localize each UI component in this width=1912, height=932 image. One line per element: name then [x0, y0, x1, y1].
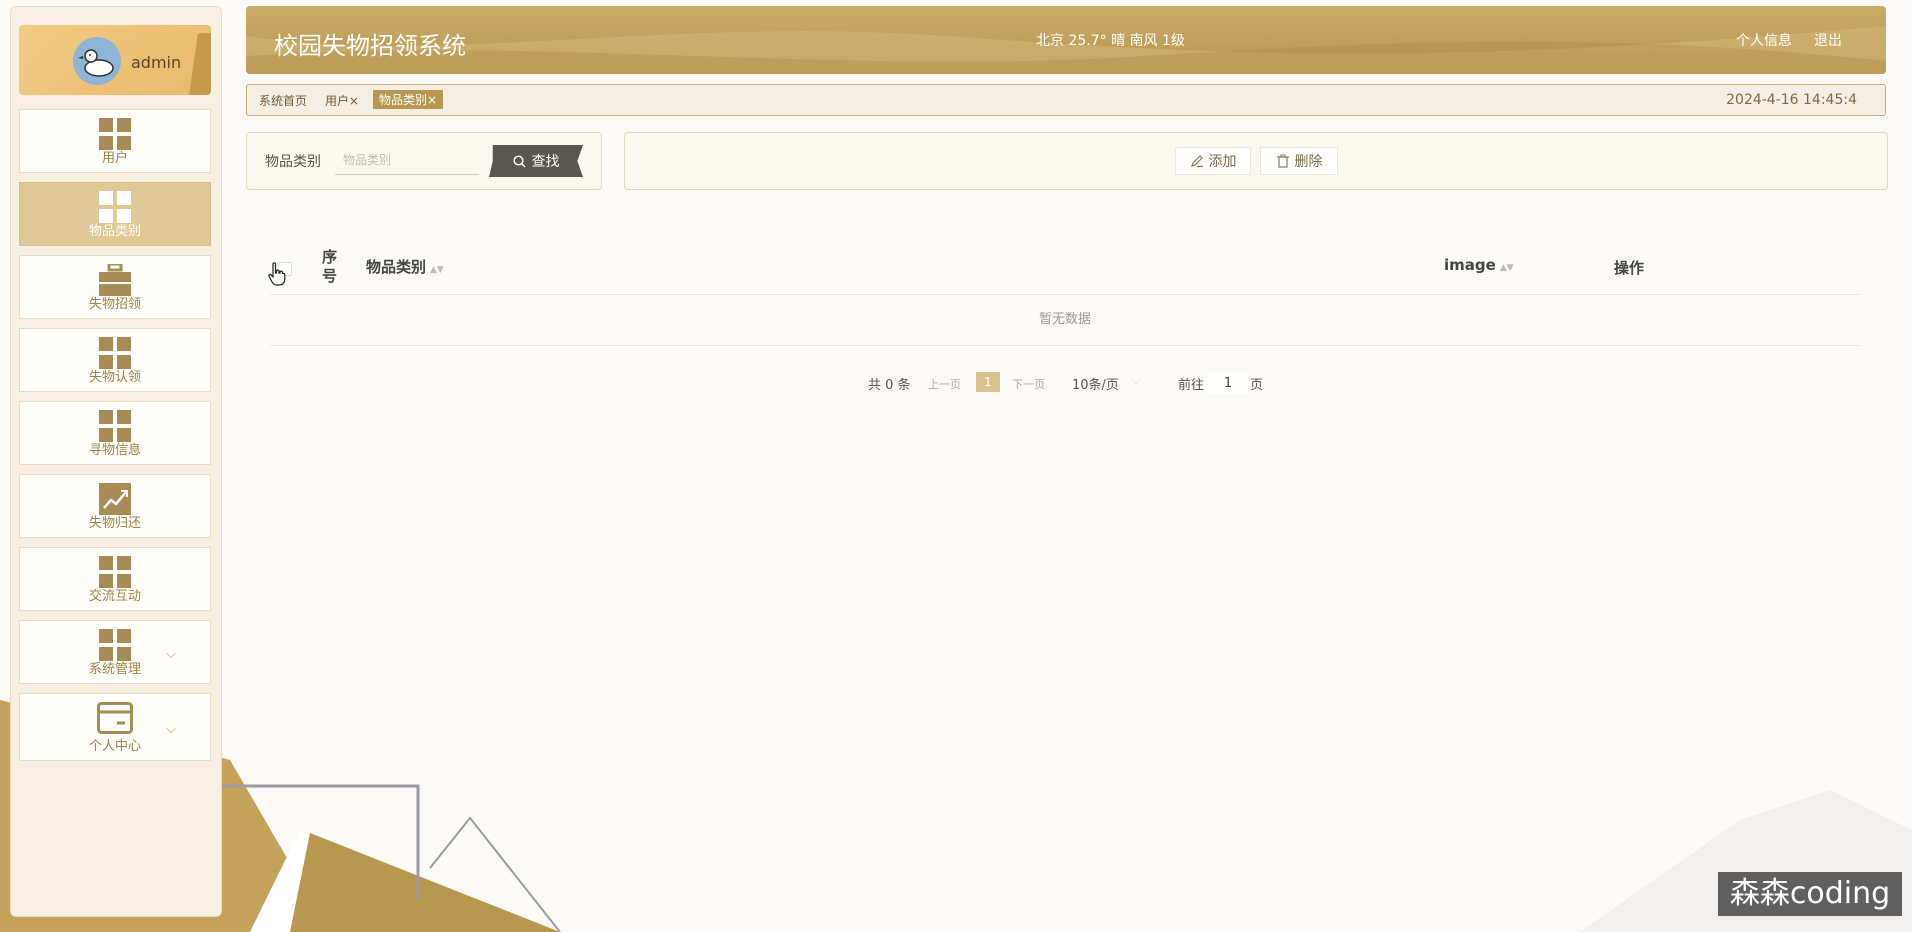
search-icon — [512, 154, 526, 168]
sidebar-item-label: 寻物信息 — [88, 443, 141, 458]
logout-link[interactable]: 退出 — [1814, 30, 1842, 50]
chevron-down-icon: ⌵ — [1132, 376, 1140, 387]
user-card-fold — [188, 33, 211, 95]
page-size-select[interactable]: 10条/页 — [1072, 374, 1119, 393]
goto-page-input[interactable] — [1208, 372, 1248, 394]
sidebar-item-interaction[interactable]: 交流互动 — [19, 547, 211, 611]
sidebar-item-lost-found[interactable]: 失物招领 — [19, 255, 211, 319]
user-name: admin — [131, 53, 182, 72]
category-search-input[interactable] — [335, 145, 479, 175]
sidebar-item-label: 用户 — [101, 151, 128, 166]
grid-icon — [99, 118, 131, 150]
watermark: 森森coding — [1718, 872, 1902, 916]
sidebar-item-label: 失物招领 — [88, 297, 141, 312]
hand-cursor-icon — [268, 262, 286, 286]
current-page-button[interactable]: 1 — [976, 372, 1000, 392]
prev-page-button[interactable]: 上一页 — [928, 376, 961, 392]
sidebar-item-system-management[interactable]: 系统管理 ⌵ — [19, 620, 211, 684]
grid-icon — [99, 410, 131, 442]
pagination-total: 共 0 条 — [868, 378, 911, 393]
page-suffix: 页 — [1250, 378, 1264, 393]
grid-icon — [99, 337, 131, 369]
chevron-down-icon: ⌵ — [166, 647, 176, 662]
next-page-button[interactable]: 下一页 — [1012, 376, 1045, 392]
chevron-down-icon: ⌵ — [166, 722, 176, 737]
column-header-category[interactable]: 物品类别 ▲▼ — [366, 256, 444, 277]
app-title: 校园失物招领系统 — [274, 32, 466, 60]
sidebar-item-label: 物品类别 — [88, 224, 141, 239]
search-label: 物品类别 — [265, 154, 321, 170]
delete-button[interactable]: 删除 — [1260, 147, 1338, 175]
column-header-index: 序号 — [322, 248, 338, 285]
tab-item-category[interactable]: 物品类别× — [373, 90, 444, 109]
add-button-label: 添加 — [1208, 154, 1237, 170]
table-empty-text: 暂无数据 — [270, 295, 1860, 346]
search-button-label: 查找 — [531, 154, 560, 170]
sidebar-item-label: 失物认领 — [88, 370, 141, 385]
sidebar: admin 用户 物品类别 失物招领 失物认领 寻物信息 失物归还 交流互动 系… — [10, 6, 222, 917]
delete-button-label: 删除 — [1294, 154, 1323, 170]
action-bar: 添加 删除 — [624, 132, 1888, 190]
goto-label: 前往 — [1178, 378, 1205, 393]
grid-icon — [99, 191, 131, 223]
trash-icon — [1276, 154, 1289, 168]
grid-icon — [99, 629, 131, 661]
search-panel: 物品类别 查找 — [246, 132, 602, 190]
search-button[interactable]: 查找 — [489, 145, 583, 177]
column-header-image[interactable]: image ▲▼ — [1444, 256, 1514, 274]
table-header: 序号 物品类别 ▲▼ image ▲▼ 操作 — [270, 246, 1860, 295]
sidebar-item-search-info[interactable]: 寻物信息 — [19, 401, 211, 465]
weather-info: 北京 25.7° 晴 南风 1级 — [1036, 33, 1185, 49]
duck-icon — [78, 49, 114, 77]
profile-link[interactable]: 个人信息 — [1736, 30, 1792, 50]
tabs-bar: 系统首页 用户× 物品类别× 2024-4-16 14:45:4 — [246, 84, 1886, 116]
user-card[interactable]: admin — [19, 25, 211, 95]
sidebar-item-lost-claim[interactable]: 失物认领 — [19, 328, 211, 392]
sort-icon[interactable]: ▲▼ — [430, 265, 444, 275]
edit-icon — [1190, 155, 1203, 168]
tab-home[interactable]: 系统首页 — [259, 92, 307, 109]
sidebar-item-item-category[interactable]: 物品类别 — [19, 182, 211, 246]
card-icon — [97, 702, 133, 734]
column-header-category-label: 物品类别 — [366, 258, 427, 276]
current-datetime: 2024-4-16 14:45:4 — [1726, 92, 1857, 108]
column-header-image-label: image — [1444, 256, 1496, 274]
grid-icon — [99, 556, 131, 588]
sidebar-item-label: 系统管理 — [88, 662, 141, 677]
sort-icon[interactable]: ▲▼ — [1500, 263, 1514, 273]
sidebar-item-users[interactable]: 用户 — [19, 109, 211, 173]
tab-users[interactable]: 用户× — [325, 92, 359, 109]
sidebar-item-label: 交流互动 — [88, 589, 141, 604]
column-header-actions: 操作 — [1614, 259, 1645, 277]
briefcase-icon — [99, 264, 131, 296]
add-button[interactable]: 添加 — [1175, 147, 1251, 175]
sidebar-item-label: 个人中心 — [88, 739, 141, 754]
sidebar-item-lost-return[interactable]: 失物归还 — [19, 474, 211, 538]
sidebar-item-personal-center[interactable]: 个人中心 ⌵ — [19, 693, 211, 761]
chart-line-icon — [99, 483, 131, 515]
category-table: 序号 物品类别 ▲▼ image ▲▼ 操作 暂无数据 — [270, 246, 1860, 346]
top-header: 校园失物招领系统 北京 25.7° 晴 南风 1级 个人信息 退出 — [246, 6, 1886, 74]
sidebar-item-label: 失物归还 — [88, 516, 141, 531]
avatar — [73, 37, 121, 85]
